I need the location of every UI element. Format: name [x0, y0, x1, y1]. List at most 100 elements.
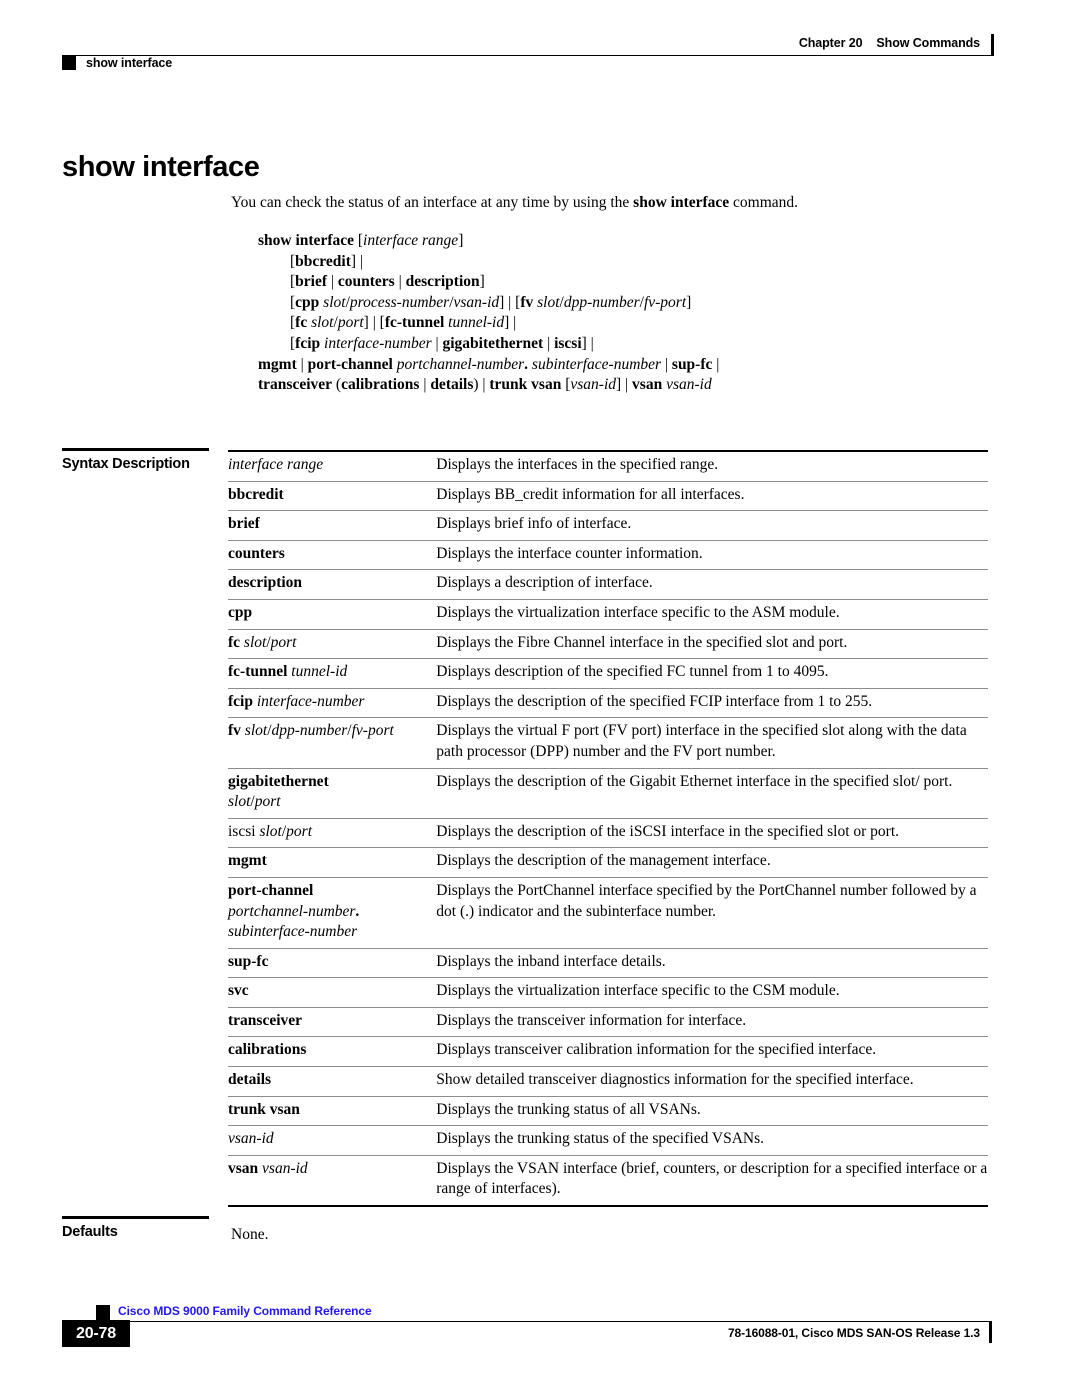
- table-cell-term: bbcredit: [228, 481, 437, 512]
- table-row: fcip interface-number Displays the descr…: [228, 688, 988, 719]
- header-section: Show Commands: [876, 36, 980, 50]
- table-cell-term: fc-tunnel tunnel-id: [228, 658, 437, 689]
- table-cell-term: gigabitethernet slot/port: [228, 768, 437, 819]
- intro-paragraph: You can check the status of an interface…: [231, 192, 991, 213]
- table-row: bbcredit Displays BB_credit information …: [228, 481, 988, 512]
- syntax-description-rule: [62, 448, 209, 451]
- table-cell-description: Displays the transceiver information for…: [436, 1007, 988, 1038]
- table-row: fc slot/port Displays the Fibre Channel …: [228, 629, 988, 660]
- table-row: trunk vsan Displays the trunking status …: [228, 1096, 988, 1127]
- table-row: brief Displays brief info of interface.: [228, 510, 988, 541]
- syntax-description-table: interface range Displays the interfaces …: [228, 449, 988, 1208]
- syntax-line-1: show interface [interface range]: [258, 232, 464, 249]
- table-row: iscsi slot/port Displays the description…: [228, 818, 988, 849]
- table-cell-description: Displays the trunking status of the spec…: [436, 1125, 988, 1156]
- table-cell-term: details: [228, 1066, 437, 1097]
- table-cell-term: transceiver: [228, 1007, 437, 1038]
- table-cell-description: Displays transceiver calibration informa…: [436, 1036, 988, 1068]
- table-cell-term: port-channel portchannel-number. subinterf…: [228, 877, 437, 949]
- header-running-topic: show interface: [86, 56, 173, 70]
- footer-book-title: Cisco MDS 9000 Family Command Reference: [118, 1304, 372, 1318]
- defaults-label: Defaults: [62, 1224, 118, 1240]
- intro-text-after: command.: [729, 194, 799, 211]
- table-cell-term: description: [228, 569, 437, 600]
- table-row: fv slot/dpp-number/fv-port Displays the …: [228, 717, 988, 769]
- table-cell-term: vsan vsan-id: [228, 1155, 437, 1208]
- table-row: svc Displays the virtualization interfac…: [228, 977, 988, 1008]
- table-cell-description: Displays the interfaces in the specified…: [436, 449, 988, 482]
- table-cell-description: Displays brief info of interface.: [436, 510, 988, 541]
- table-cell-description: Displays the PortChannel interface speci…: [436, 877, 988, 949]
- table-cell-description: Displays the trunking status of all VSAN…: [436, 1096, 988, 1127]
- syntax-line-4: [cpp slot/process-number/vsan-id] | [fv …: [290, 293, 692, 311]
- footer-square-bullet-icon: [96, 1305, 110, 1320]
- table-cell-description: Displays the Fibre Channel interface in …: [436, 629, 988, 660]
- table-row: port-channel portchannel-number. subinterf…: [228, 877, 988, 949]
- table-cell-description: Displays the VSAN interface (brief, coun…: [436, 1155, 988, 1208]
- header-chapter-section: Chapter 20 Show Commands: [799, 36, 980, 50]
- table-cell-description: Displays the virtual F port (FV port) in…: [436, 717, 988, 769]
- table-row: details Show detailed transceiver diagno…: [228, 1066, 988, 1097]
- table-cell-description: Displays the inband interface details.: [436, 948, 988, 979]
- table-cell-term: sup-fc: [228, 948, 437, 979]
- syntax-line-3: [brief | counters | description]: [290, 273, 485, 291]
- syntax-line-7: mgmt | port-channel portchannel-number. …: [258, 355, 720, 373]
- syntax-line-6: [fcip interface-number | gigabitethernet…: [290, 334, 594, 352]
- table-cell-term: fv slot/dpp-number/fv-port: [228, 717, 437, 769]
- table-row: fc-tunnel tunnel-id Displays description…: [228, 658, 988, 689]
- table-cell-term: fcip interface-number: [228, 688, 437, 719]
- table-cell-term: fc slot/port: [228, 629, 437, 660]
- table-cell-description: Displays the description of the Gigabit …: [436, 768, 988, 819]
- table-cell-term: counters: [228, 540, 437, 571]
- table-row: counters Displays the interface counter …: [228, 540, 988, 571]
- table-row: sup-fc Displays the inband interface det…: [228, 948, 988, 979]
- table-cell-term: calibrations: [228, 1036, 437, 1068]
- header-edge-tick: [991, 34, 994, 56]
- table-cell-term: interface range: [228, 449, 437, 482]
- table-row: transceiver Displays the transceiver inf…: [228, 1007, 988, 1038]
- page-footer: Cisco MDS 9000 Family Command Reference …: [0, 1290, 1080, 1370]
- footer-edge-tick: [989, 1321, 992, 1343]
- table-cell-description: Displays the description of the iSCSI in…: [436, 818, 988, 849]
- intro-command-name: show interface: [633, 194, 730, 211]
- table-row: description Displays a description of in…: [228, 569, 988, 600]
- table-cell-term: svc: [228, 977, 437, 1008]
- table-cell-term: cpp: [228, 599, 437, 630]
- footer-rule: [96, 1321, 992, 1322]
- table-cell-term: mgmt: [228, 847, 437, 878]
- table-cell-term: trunk vsan: [228, 1096, 437, 1127]
- table-row: mgmt Displays the description of the man…: [228, 847, 988, 878]
- table-cell-description: Displays description of the specified FC…: [436, 658, 988, 689]
- header-chapter: Chapter 20: [798, 36, 863, 50]
- table-cell-term: vsan-id: [228, 1125, 437, 1156]
- table-cell-description: Displays the virtualization interface sp…: [436, 977, 988, 1008]
- syntax-line-5: [fc slot/port] | [fc-tunnel tunnel-id] |: [290, 314, 517, 332]
- running-header: Chapter 20 Show Commands show interface: [0, 0, 1080, 100]
- table-cell-description: Show detailed transceiver diagnostics in…: [436, 1066, 988, 1097]
- table-row: vsan vsan-id Displays the VSAN interface…: [228, 1155, 988, 1208]
- table-cell-description: Displays the virtualization interface sp…: [436, 599, 988, 630]
- header-rule: [62, 55, 992, 56]
- footer-doc-id: 78-16088-01, Cisco MDS SAN-OS Release 1.…: [727, 1326, 980, 1340]
- syntax-line-8: transceiver (calibrations | details) | t…: [258, 376, 712, 394]
- table-cell-description: Displays the description of the manageme…: [436, 847, 988, 878]
- table-cell-term: brief: [228, 510, 437, 541]
- defaults-value: None.: [231, 1226, 269, 1243]
- table-cell-description: Displays a description of interface.: [436, 569, 988, 600]
- table-cell-description: Displays the interface counter informati…: [436, 540, 988, 571]
- header-square-bullet-icon: [62, 56, 76, 70]
- defaults-rule: [62, 1216, 209, 1219]
- command-syntax-block: show interface [interface range] [bbcred…: [258, 231, 998, 396]
- footer-page-number: 20-78: [62, 1320, 130, 1347]
- intro-text-before: You can check the status of an interface…: [231, 194, 634, 211]
- table-row: interface range Displays the interfaces …: [228, 449, 988, 482]
- syntax-line-2: [bbcredit] |: [290, 252, 364, 270]
- table-cell-description: Displays BB_credit information for all i…: [436, 481, 988, 512]
- page-title: show interface: [62, 151, 260, 184]
- syntax-description-label: Syntax Description: [62, 456, 190, 472]
- table-cell-description: Displays the description of the specifie…: [436, 688, 988, 719]
- table-row: gigabitethernet slot/port Displays the de…: [228, 768, 988, 819]
- table-row: cpp Displays the virtualization interfac…: [228, 599, 988, 630]
- table-cell-term: iscsi slot/port: [228, 818, 437, 849]
- table-row: calibrations Displays transceiver calibr…: [228, 1036, 988, 1068]
